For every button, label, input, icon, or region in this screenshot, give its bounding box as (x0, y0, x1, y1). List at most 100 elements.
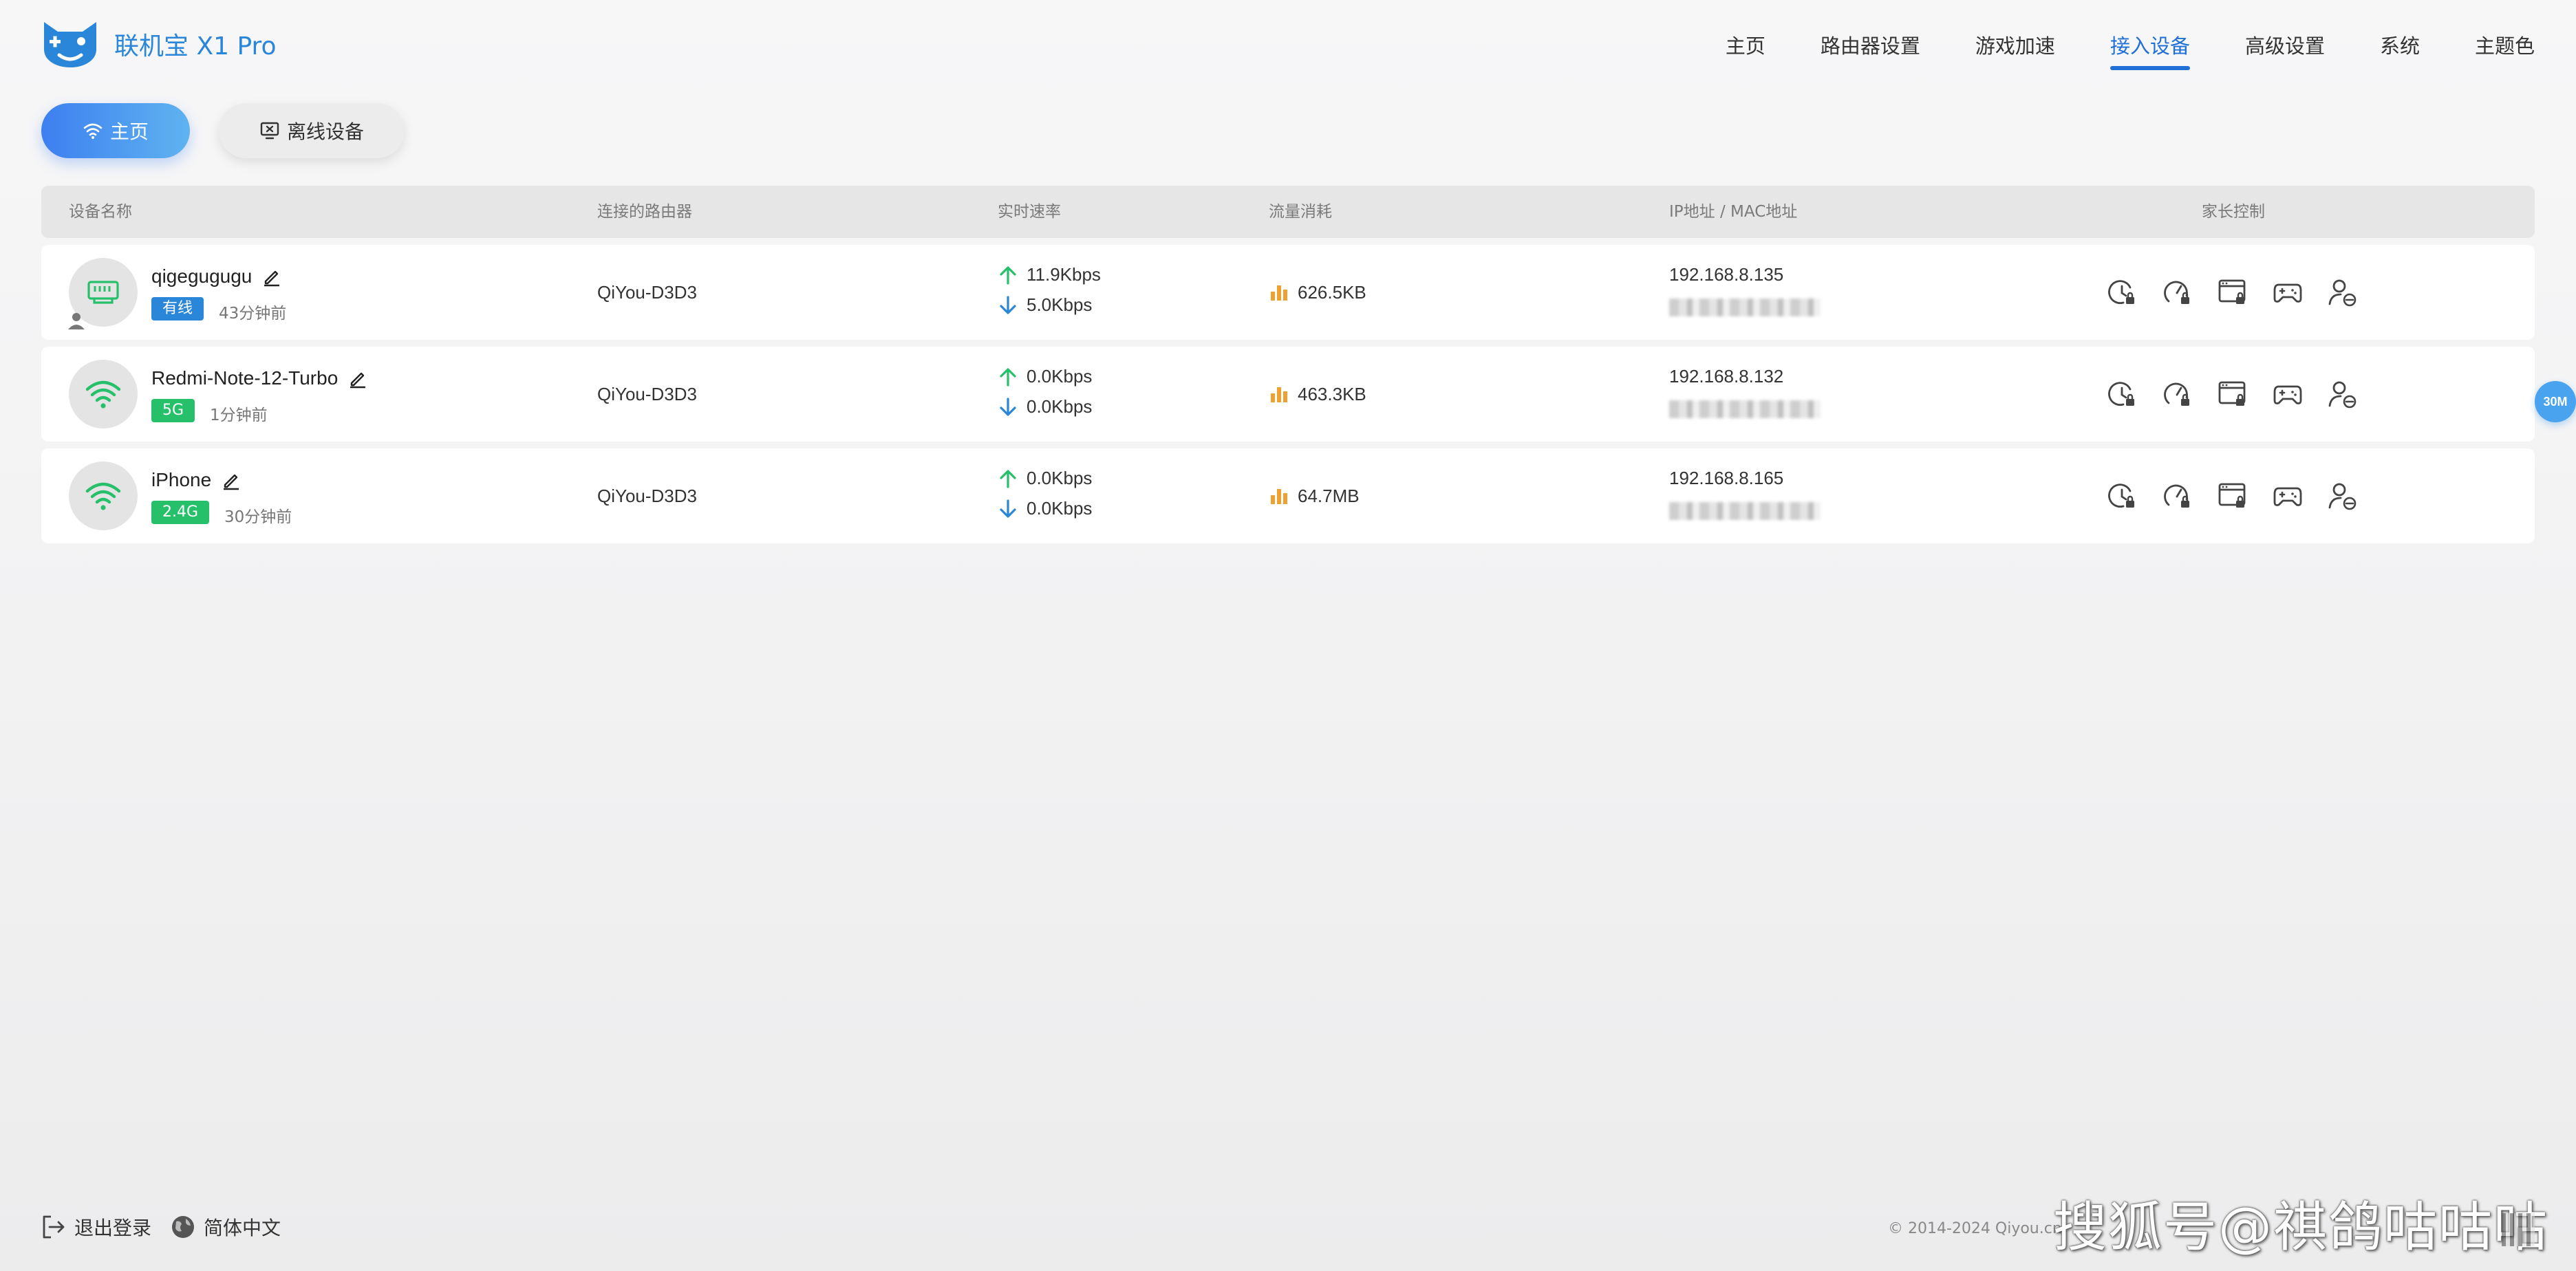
wifi-icon (85, 380, 121, 409)
download-speed: 0.0Kbps (998, 498, 1092, 519)
wifi-icon (83, 123, 103, 139)
cat-logo-icon (44, 22, 96, 67)
table-row: Redmi-Note-12-Turbo 5G 1分钟前 QiYou-D3D3 0… (41, 347, 2535, 442)
block-device-button[interactable] (2326, 377, 2360, 411)
game-control-button[interactable] (2271, 377, 2305, 411)
language-switch[interactable]: 简体中文 (169, 1213, 281, 1241)
time-limit-button[interactable] (2105, 377, 2140, 411)
edit-pencil-icon[interactable] (261, 266, 282, 287)
speed-test-badge[interactable]: 30M (2535, 381, 2576, 422)
online-devices-button[interactable]: 主页 (41, 103, 190, 158)
device-avatar (69, 461, 138, 530)
connection-type-badge: 5G (151, 399, 195, 422)
clock-lock-icon (2108, 280, 2134, 305)
wifi-icon (85, 482, 121, 510)
website-block-button[interactable] (2215, 377, 2250, 411)
monitor-offline-icon (260, 122, 279, 140)
arrow-down-icon (1000, 499, 1016, 518)
download-speed: 0.0Kbps (998, 396, 1092, 417)
website-block-button[interactable] (2215, 275, 2250, 309)
ip-address: 192.168.8.135 (1669, 264, 1784, 285)
clock-lock-icon (2108, 484, 2134, 508)
browser-lock-icon (2218, 279, 2246, 304)
time-limit-button[interactable] (2105, 479, 2140, 513)
gamepad-icon (2273, 283, 2302, 303)
logout-icon (43, 1215, 65, 1239)
nav-theme-color[interactable]: 主题色 (2475, 30, 2535, 59)
browser-lock-icon (2218, 381, 2246, 406)
nav-game-boost[interactable]: 游戏加速 (1975, 30, 2055, 59)
clock-lock-icon (2108, 382, 2134, 406)
header-device-name: 设备名称 (69, 203, 132, 221)
device-name-text: iPhone (151, 469, 212, 490)
nav-home[interactable]: 主页 (1726, 30, 1765, 59)
user-badge-icon (68, 313, 85, 329)
router-name: QiYou-D3D3 (597, 384, 698, 404)
speed-limit-button[interactable] (2160, 275, 2195, 309)
header-speed: 实时速率 (998, 203, 1061, 221)
upload-speed: 11.9Kbps (998, 264, 1101, 285)
table-row: qigegugugu 有线 43分钟前 QiYou-D3D3 11.9Kbps … (41, 245, 2535, 340)
device-name-text: Redmi-Note-12-Turbo (151, 367, 339, 389)
nav-router-settings[interactable]: 路由器设置 (1821, 30, 1920, 59)
gauge-lock-icon (2164, 484, 2189, 508)
gauge-lock-icon (2164, 382, 2189, 406)
traffic-usage: 64.7MB (1269, 448, 1360, 543)
header-router: 连接的路由器 (597, 203, 692, 221)
time-limit-button[interactable] (2105, 275, 2140, 309)
block-device-button[interactable] (2326, 275, 2360, 309)
device-name-text: qigegugugu (151, 265, 253, 287)
user-block-icon (2328, 483, 2357, 510)
bar-chart-icon (1271, 489, 1287, 504)
online-time: 1分钟前 (210, 406, 268, 424)
upload-speed: 0.0Kbps (998, 366, 1092, 387)
website-block-button[interactable] (2215, 479, 2250, 513)
edit-pencil-icon[interactable] (221, 470, 242, 490)
arrow-up-icon (1000, 265, 1016, 285)
game-control-button[interactable] (2271, 275, 2305, 309)
watermark-text: 搜狐号@祺鸽咕咕咕 (2053, 1197, 2549, 1259)
logout-button[interactable]: 退出登录 (40, 1213, 151, 1241)
offline-devices-button[interactable]: 离线设备 (219, 103, 405, 158)
browser-lock-icon (2218, 483, 2246, 508)
bar-chart-icon (1271, 285, 1287, 301)
nav-connected-devices[interactable]: 接入设备 (2110, 30, 2190, 70)
device-name: qigegugugu (151, 265, 282, 287)
device-name: iPhone (151, 469, 242, 491)
top-header: 联机宝 X1 Pro 主页 路由器设置 游戏加速 接入设备 高级设置 系统 主题… (0, 0, 2576, 89)
gamepad-icon (2273, 385, 2302, 404)
main-nav: 主页 路由器设置 游戏加速 接入设备 高级设置 系统 主题色 (1671, 30, 2535, 70)
router-name: QiYou-D3D3 (597, 486, 698, 506)
header-traffic: 流量消耗 (1269, 203, 1332, 221)
arrow-down-icon (1000, 295, 1016, 314)
block-device-button[interactable] (2326, 479, 2360, 513)
table-row: iPhone 2.4G 30分钟前 QiYou-D3D3 0.0Kbps 0.0… (41, 448, 2535, 543)
connection-type-badge: 有线 (151, 297, 204, 321)
gauge-lock-icon (2164, 281, 2189, 304)
arrow-down-icon (1000, 397, 1016, 416)
connection-type-badge: 2.4G (151, 501, 210, 524)
app-logo[interactable]: 联机宝 X1 Pro (40, 19, 277, 69)
globe-icon (172, 1216, 194, 1238)
nav-advanced-settings[interactable]: 高级设置 (2245, 30, 2325, 59)
header-ip-mac: IP地址 / MAC地址 (1669, 203, 1798, 221)
user-block-icon (2328, 381, 2357, 409)
game-control-button[interactable] (2271, 479, 2305, 513)
table-header: 设备名称 连接的路由器 实时速率 流量消耗 IP地址 / MAC地址 家长控制 (41, 186, 2535, 238)
traffic-usage: 626.5KB (1269, 245, 1366, 340)
language-label: 简体中文 (204, 1217, 281, 1239)
edit-pencil-icon[interactable] (347, 368, 368, 389)
user-block-icon (2328, 279, 2357, 307)
mac-address-blurred (1669, 502, 1821, 520)
app-title: 联机宝 X1 Pro (114, 32, 277, 61)
nav-system[interactable]: 系统 (2380, 30, 2420, 59)
download-speed: 5.0Kbps (998, 294, 1092, 316)
speed-limit-button[interactable] (2160, 377, 2195, 411)
bar-chart-icon (1271, 387, 1287, 402)
offline-devices-label: 离线设备 (286, 120, 364, 143)
speed-limit-button[interactable] (2160, 479, 2195, 513)
arrow-up-icon (1000, 469, 1016, 488)
device-avatar (68, 258, 138, 329)
online-time: 43分钟前 (219, 305, 287, 323)
online-time: 30分钟前 (224, 508, 292, 526)
